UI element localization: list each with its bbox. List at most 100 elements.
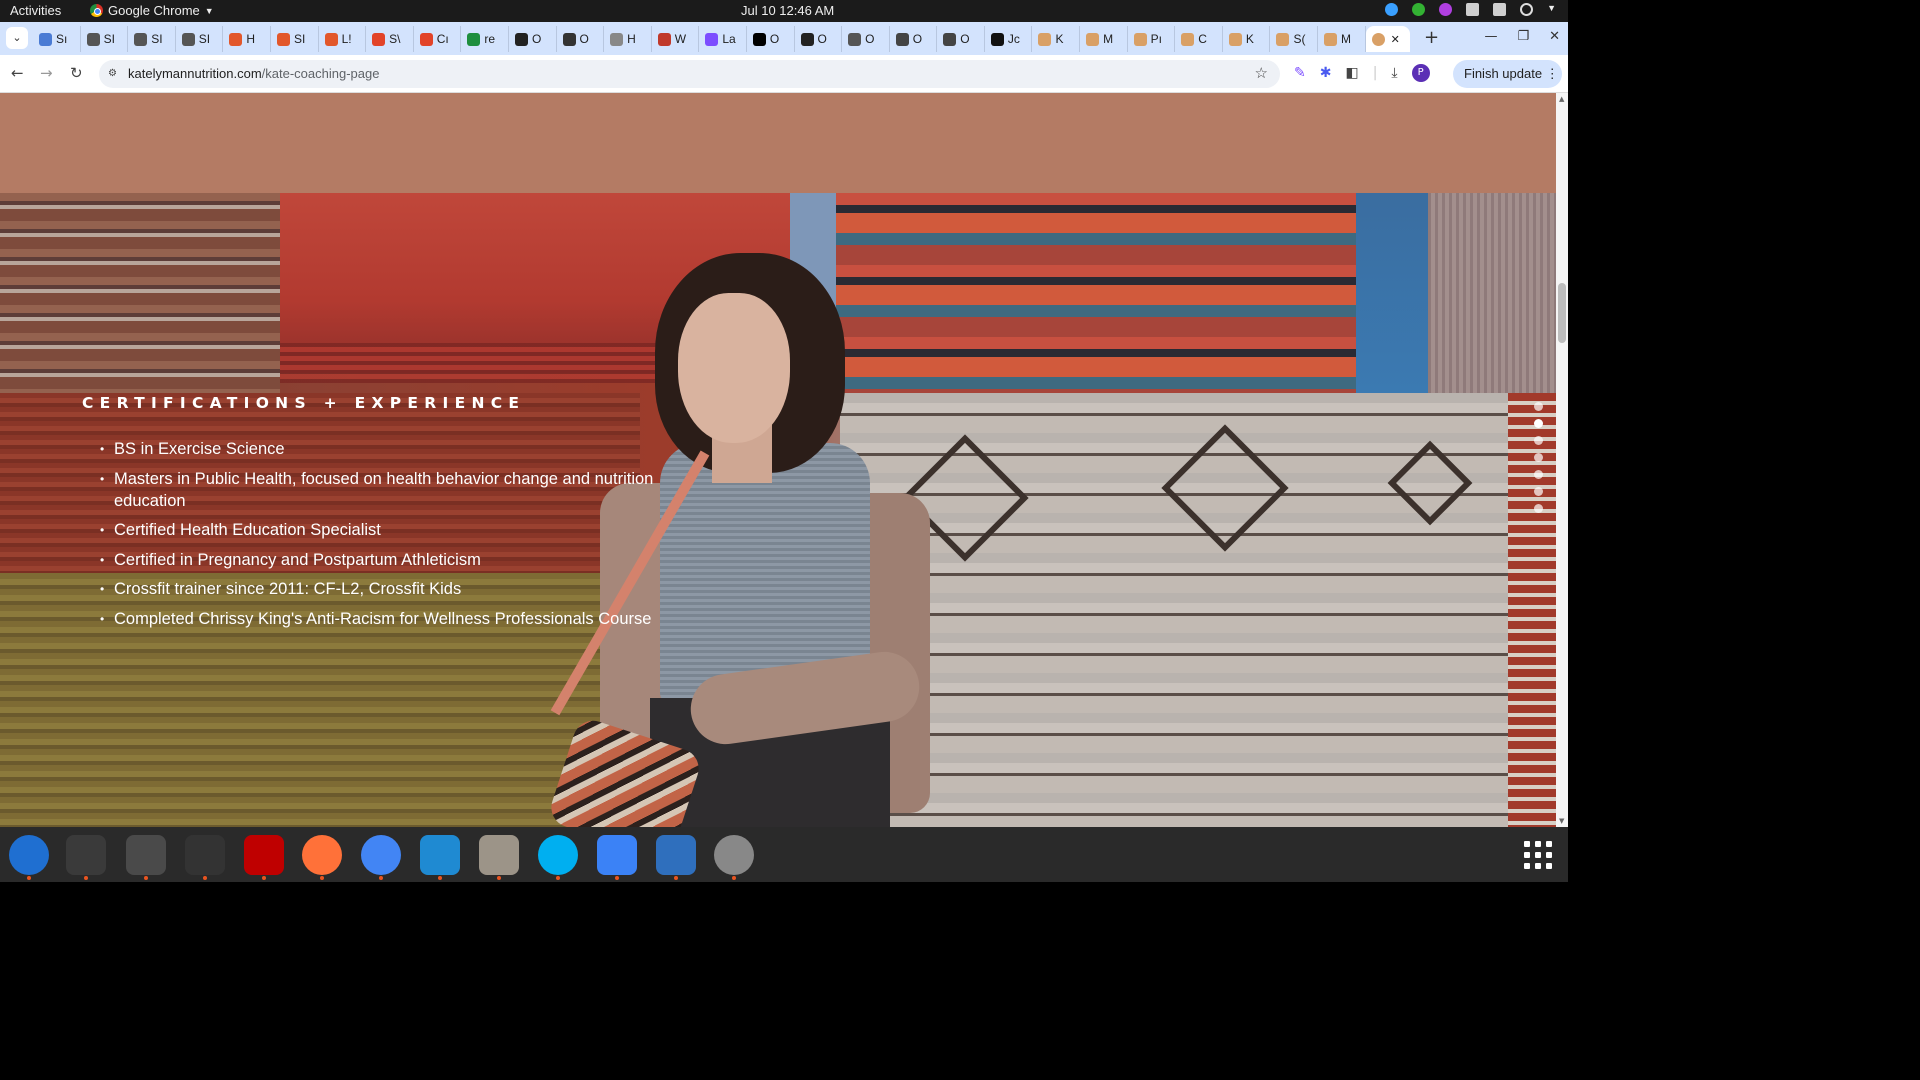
running-indicator — [84, 876, 88, 880]
activities-button[interactable]: Activities — [10, 3, 61, 18]
sync-icon[interactable] — [1385, 3, 1399, 16]
browser-tab[interactable]: C — [1175, 26, 1223, 52]
browser-tab[interactable]: M — [1080, 26, 1128, 52]
browser-tab[interactable]: Jc — [985, 26, 1033, 52]
slide-dot[interactable] — [1534, 470, 1543, 479]
text-editor-icon[interactable] — [597, 835, 637, 875]
browser-tab[interactable]: re — [461, 26, 509, 52]
browser-tab[interactable]: SI — [271, 26, 319, 52]
browser-tab[interactable]: O — [842, 26, 890, 52]
system-monitor-icon[interactable] — [185, 835, 225, 875]
bookmark-star-icon[interactable]: ☆ — [1255, 60, 1268, 88]
tab-favicon-icon — [181, 32, 195, 46]
slide-dot[interactable] — [1534, 436, 1543, 445]
browser-tab[interactable]: L! — [319, 26, 367, 52]
extensions-puzzle-icon[interactable]: ◧ — [1345, 65, 1358, 81]
disc-icon[interactable] — [714, 835, 754, 875]
minimize-icon[interactable]: — — [1484, 29, 1497, 44]
browser-tab[interactable]: O — [509, 26, 557, 52]
certifications-section: CERTIFICATIONS + EXPERIENCE BS in Exerci… — [82, 394, 682, 630]
slide-dot[interactable] — [1534, 504, 1543, 513]
browser-tab[interactable]: O — [937, 26, 985, 52]
tab-label: S( — [1293, 32, 1306, 46]
terminal-icon[interactable] — [66, 835, 106, 875]
back-icon[interactable]: ← — [11, 64, 24, 82]
profile-avatar[interactable]: P — [1411, 64, 1430, 82]
browser-tab[interactable]: S\ — [366, 26, 414, 52]
browser-tab[interactable]: SI — [128, 26, 176, 52]
restore-icon[interactable]: ❐ — [1517, 29, 1529, 44]
browser-tab[interactable]: H — [604, 26, 652, 52]
slide-dot[interactable] — [1534, 453, 1543, 462]
gear-extension-icon[interactable]: ✱ — [1320, 65, 1332, 81]
browser-tab[interactable]: M — [1318, 26, 1366, 52]
running-indicator — [732, 876, 736, 880]
browser-tab[interactable]: O — [747, 26, 795, 52]
system-tray[interactable]: ▼ — [1385, 3, 1556, 16]
clock[interactable]: Jul 10 12:46 AM — [741, 3, 834, 18]
page-scrollbar[interactable]: ▲ ▼ — [1556, 93, 1568, 827]
document-viewer-icon[interactable] — [656, 835, 696, 875]
browser-tab[interactable]: O — [795, 26, 843, 52]
site-info-icon[interactable]: ⚙ — [108, 68, 120, 80]
chrome-icon — [90, 4, 103, 17]
scrollbar-thumb[interactable] — [1558, 283, 1566, 343]
dock — [0, 827, 1568, 882]
tab-favicon-icon — [943, 32, 957, 46]
tab-favicon-icon — [1086, 32, 1100, 46]
browser-tab[interactable]: W — [652, 26, 700, 52]
forward-icon[interactable]: → — [40, 64, 53, 82]
browser-tab[interactable]: SI — [81, 26, 129, 52]
browser-tab[interactable]: La — [699, 26, 747, 52]
browser-tab[interactable]: Sı — [33, 26, 81, 52]
reload-icon[interactable]: ↻ — [70, 64, 83, 82]
tab-close-icon[interactable]: ✕ — [1391, 33, 1400, 46]
firefox-icon[interactable] — [302, 835, 342, 875]
app-menu[interactable]: Google Chrome ▼ — [90, 3, 214, 18]
color-picker-icon[interactable] — [1439, 3, 1453, 16]
downloads-icon[interactable]: ⤓ — [1391, 65, 1397, 81]
close-icon[interactable]: ✕ — [1549, 29, 1560, 44]
tab-favicon-icon — [419, 32, 433, 46]
skype-icon[interactable] — [538, 835, 578, 875]
running-indicator — [203, 876, 207, 880]
tab-favicon-icon — [134, 32, 148, 46]
browser-tab-active[interactable]: ✕ — [1365, 26, 1410, 52]
power-icon[interactable] — [1520, 3, 1534, 16]
url-text[interactable]: katelymannutrition.com/kate-coaching-pag… — [128, 60, 379, 88]
browser-tab[interactable]: S( — [1270, 26, 1319, 52]
browser-tab[interactable]: H — [223, 26, 271, 52]
thunderbird-icon[interactable] — [9, 835, 49, 875]
slide-dot[interactable] — [1534, 419, 1543, 428]
browser-tab[interactable]: SI — [176, 26, 224, 52]
scroll-down-icon[interactable]: ▼ — [1559, 817, 1564, 825]
chrome-icon[interactable] — [361, 835, 401, 875]
vscode-icon[interactable] — [420, 835, 460, 875]
slide-dot[interactable] — [1534, 487, 1543, 496]
filezilla-icon[interactable] — [244, 835, 284, 875]
browser-tab[interactable]: O — [557, 26, 605, 52]
browser-tab[interactable]: Pı — [1128, 26, 1176, 52]
check-icon[interactable] — [1412, 3, 1426, 16]
tab-search-button[interactable]: ⌄ — [6, 27, 28, 49]
calculator-icon[interactable] — [126, 835, 166, 875]
volume-icon[interactable] — [1493, 3, 1507, 16]
files-icon[interactable] — [479, 835, 519, 875]
browser-tab[interactable]: K — [1223, 26, 1271, 52]
slide-dot[interactable] — [1534, 402, 1543, 411]
tab-label: H — [246, 32, 256, 46]
browser-tab[interactable]: O — [890, 26, 938, 52]
finish-update-button[interactable]: Finish update ⋮ — [1453, 60, 1562, 88]
chevron-down-icon[interactable]: ▼ — [1547, 3, 1556, 16]
browser-tab[interactable]: K — [1032, 26, 1081, 52]
pen-extension-icon[interactable]: ✎ — [1294, 65, 1306, 81]
browser-tab[interactable]: Cı — [414, 26, 462, 52]
tab-favicon-icon — [657, 32, 671, 46]
new-tab-button[interactable]: + — [1424, 27, 1439, 48]
scroll-up-icon[interactable]: ▲ — [1559, 95, 1564, 103]
background-rug — [280, 343, 680, 383]
address-bar[interactable]: ⚙ katelymannutrition.com/kate-coaching-p… — [99, 60, 1280, 88]
show-apps-icon[interactable] — [1524, 841, 1552, 869]
tab-label: M — [1341, 32, 1352, 46]
network-icon[interactable] — [1466, 3, 1480, 16]
